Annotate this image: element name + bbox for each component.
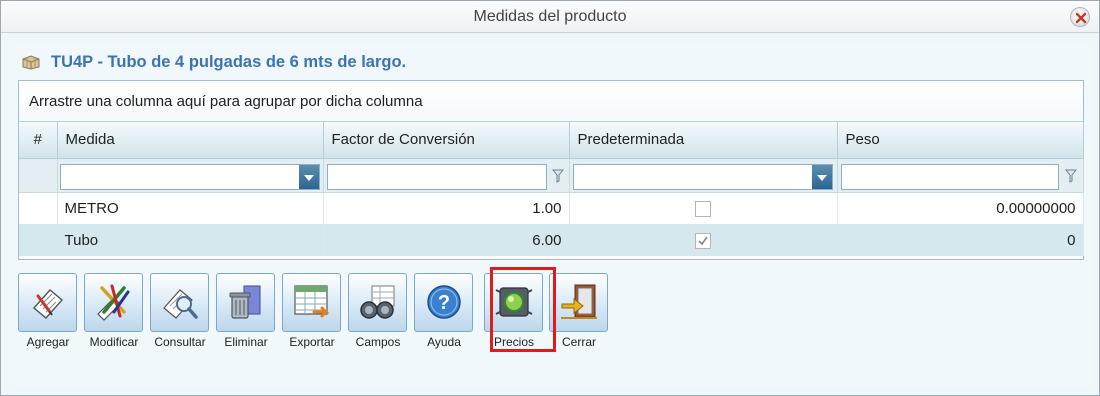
cerrar-button[interactable]: Cerrar	[549, 272, 609, 352]
chevron-down-icon[interactable]	[811, 164, 832, 189]
filter-cell-peso	[837, 158, 1084, 193]
row-number-cell	[19, 224, 58, 256]
peso-filter-input[interactable]	[840, 163, 1059, 190]
filter-cell-number	[19, 158, 58, 193]
measures-table: # Medida Factor de Conversión Predetermi…	[19, 122, 1084, 256]
exportar-button[interactable]: Exportar	[282, 272, 342, 352]
product-box-icon	[22, 55, 40, 70]
trash-icon	[229, 285, 261, 319]
peso-cell[interactable]: 0	[837, 224, 1084, 256]
export-spreadsheet-icon	[294, 285, 330, 318]
modificar-button[interactable]: Modificar	[84, 272, 144, 352]
filter-funnel-icon[interactable]	[1064, 169, 1077, 183]
consultar-label: Consultar	[154, 335, 206, 349]
column-header-factor[interactable]: Factor de Conversión	[323, 122, 570, 159]
predeterminada-filter-dropdown[interactable]	[572, 163, 833, 190]
group-by-panel[interactable]: Arrastre una columna aquí para agrupar p…	[19, 81, 1083, 122]
header-row: # Medida Factor de Conversión Predetermi…	[19, 122, 1084, 159]
product-header: TU4P - Tubo de 4 pulgadas de 6 mts de la…	[21, 51, 406, 73]
medida-cell[interactable]: METRO	[57, 192, 324, 224]
column-header-peso[interactable]: Peso	[837, 122, 1084, 159]
eliminar-label: Eliminar	[224, 335, 268, 349]
measures-grid: Arrastre una columna aquí para agrupar p…	[18, 80, 1084, 260]
filter-cell-predeterminada	[569, 158, 838, 193]
edit-tools-icon	[97, 284, 130, 321]
exportar-label: Exportar	[289, 335, 335, 349]
agregar-label: Agregar	[26, 335, 70, 349]
medida-cell[interactable]: Tubo	[57, 224, 324, 256]
factor-cell[interactable]: 1.00	[323, 192, 570, 224]
exit-door-icon	[561, 284, 597, 319]
close-button[interactable]	[1070, 7, 1090, 27]
predeterminada-checkbox[interactable]	[695, 200, 711, 217]
close-icon	[1075, 12, 1087, 24]
help-icon: ?	[427, 285, 461, 319]
table-row[interactable]: Tubo 6.00 0	[19, 224, 1084, 256]
column-header-predeterminada[interactable]: Predeterminada	[569, 122, 838, 159]
binoculars-icon	[360, 285, 395, 319]
eliminar-button[interactable]: Eliminar	[216, 272, 276, 352]
magnifier-document-icon	[163, 289, 198, 319]
precios-highlight-box	[490, 267, 556, 352]
ayuda-button[interactable]: ? Ayuda	[414, 272, 474, 352]
filter-row	[19, 158, 1084, 193]
title-bar: Medidas del producto	[1, 1, 1099, 33]
campos-button[interactable]: Campos	[348, 272, 408, 352]
row-number-cell	[19, 192, 58, 224]
factor-cell[interactable]: 6.00	[323, 224, 570, 256]
consultar-button[interactable]: Consultar	[150, 272, 210, 352]
predeterminada-checkbox-checked[interactable]	[695, 232, 711, 249]
modificar-label: Modificar	[89, 335, 139, 349]
medida-filter-dropdown[interactable]	[59, 163, 320, 190]
campos-label: Campos	[355, 335, 401, 349]
predeterminada-cell[interactable]	[569, 224, 838, 256]
filter-cell-medida	[57, 158, 324, 193]
table-row[interactable]: METRO 1.00 0.00000000	[19, 192, 1084, 224]
column-header-medida[interactable]: Medida	[57, 122, 324, 159]
predeterminada-cell[interactable]	[569, 192, 838, 224]
svg-text:?: ?	[438, 292, 450, 314]
chevron-down-icon[interactable]	[298, 164, 319, 189]
column-header-number[interactable]: #	[19, 122, 58, 159]
ayuda-label: Ayuda	[427, 335, 461, 349]
product-title: TU4P - Tubo de 4 pulgadas de 6 mts de la…	[51, 52, 407, 71]
agregar-button[interactable]: Agregar	[18, 272, 78, 352]
product-measures-window: Medidas del producto TU4P - Tubo de 4 pu…	[0, 0, 1100, 396]
peso-cell[interactable]: 0.00000000	[837, 192, 1084, 224]
filter-cell-factor	[323, 158, 570, 193]
action-toolbar: Agregar Modificar Consultar Eliminar Exp…	[18, 267, 638, 352]
window-title: Medidas del producto	[473, 8, 627, 25]
dialog-content: TU4P - Tubo de 4 pulgadas de 6 mts de la…	[9, 43, 1093, 387]
add-document-icon	[32, 289, 64, 319]
factor-filter-input[interactable]	[326, 163, 547, 190]
checkmark-icon	[698, 236, 708, 245]
filter-funnel-icon[interactable]	[551, 169, 564, 183]
